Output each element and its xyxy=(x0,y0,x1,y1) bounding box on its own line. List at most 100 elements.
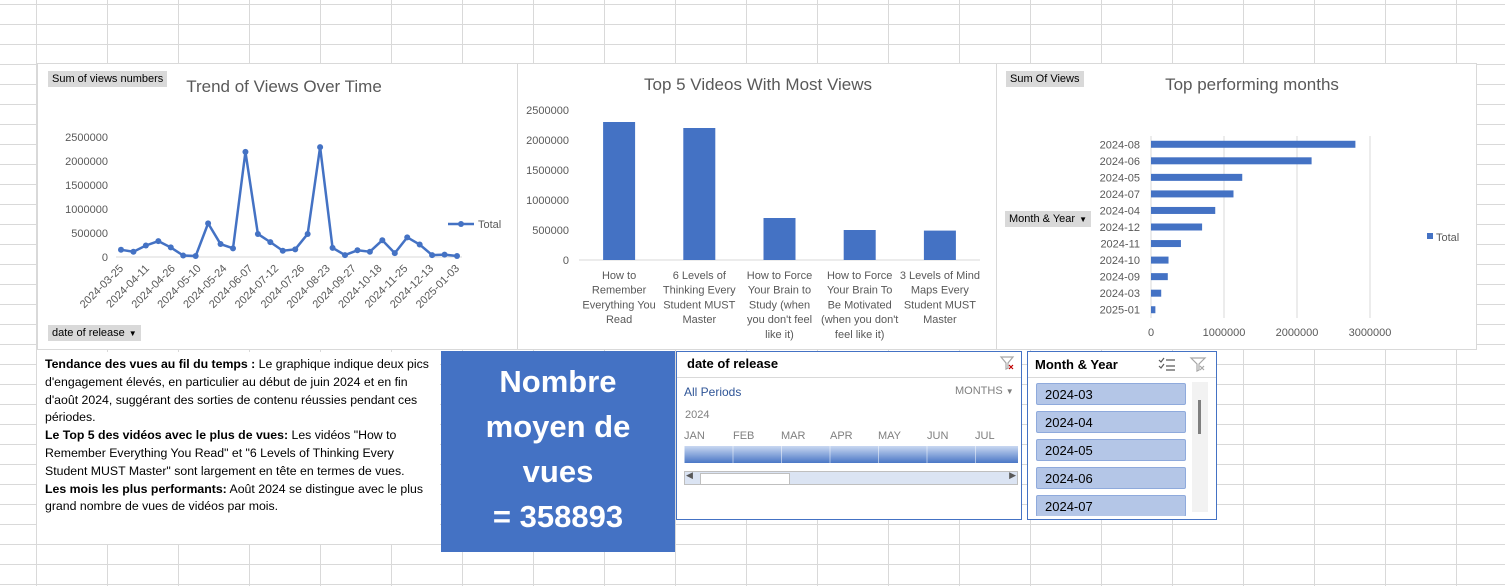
time-level-label: MONTHS xyxy=(955,385,1003,397)
top5-chart-plot: 0 500000 1000000 1500000 2000000 2500000 How t… xyxy=(526,105,980,341)
data-point xyxy=(142,242,149,249)
axis-field-button-date[interactable]: date of release ▼ xyxy=(48,325,141,341)
month-label: APR xyxy=(830,430,853,442)
y-tick-label: 2024-07 xyxy=(1100,189,1140,201)
data-point xyxy=(429,252,436,259)
axis-field-label: date of release xyxy=(52,327,125,339)
bar xyxy=(1151,306,1156,314)
slicer-title: Month & Year xyxy=(1035,357,1118,372)
scrollbar-thumb[interactable] xyxy=(1198,400,1201,434)
bar xyxy=(1151,206,1216,214)
month-label: FEB xyxy=(733,430,755,442)
x-tick-label: feel like it) xyxy=(835,329,885,341)
note-heading: Tendance des vues au fil du temps : xyxy=(45,357,256,371)
data-point xyxy=(192,253,199,260)
bar xyxy=(1151,140,1356,148)
avg-line-3: vues xyxy=(522,454,594,489)
month-label: JUN xyxy=(927,430,949,442)
x-tick-label: you don't feel xyxy=(747,314,812,326)
x-tick-label: Thinking Every xyxy=(663,285,736,297)
scrollbar-thumb[interactable] xyxy=(700,473,790,485)
timeline-bar[interactable] xyxy=(684,446,1018,463)
y-tick-label: 500000 xyxy=(71,228,108,240)
x-tick-label: like it) xyxy=(765,329,794,341)
x-tick-label: Maps Every xyxy=(911,285,970,297)
bar xyxy=(1151,223,1203,231)
data-point xyxy=(242,148,249,155)
bar xyxy=(923,230,956,260)
y-tick-label: 0 xyxy=(102,252,108,264)
legend-label: Total xyxy=(1436,232,1459,244)
data-point xyxy=(304,230,311,237)
y-tick-label: 2024-08 xyxy=(1100,139,1140,151)
x-tick-label: 2000000 xyxy=(1276,327,1319,339)
legend-label: Total xyxy=(478,219,501,231)
data-point xyxy=(254,230,261,237)
bar xyxy=(1151,173,1243,181)
scroll-right-icon[interactable]: ▶ xyxy=(1009,470,1016,481)
x-tick-label: How to xyxy=(602,270,636,282)
slicer-items: 2024-03 2024-04 2024-05 2024-06 2024-07 xyxy=(1028,378,1198,516)
bar xyxy=(1151,273,1168,281)
y-tick-label: 2024-10 xyxy=(1100,255,1140,267)
x-tick-label: Study (when xyxy=(749,299,810,311)
month-year-slicer[interactable]: Month & Year 2024-03 2024-04 2024-05 202… xyxy=(1027,351,1217,520)
slicer-item-2024-07[interactable]: 2024-07 xyxy=(1036,495,1186,516)
data-point xyxy=(391,250,398,257)
x-tick-label: Remember xyxy=(592,285,647,297)
months-chart-panel[interactable]: Sum Of Views Top performing months Month… xyxy=(996,63,1477,350)
x-tick-label: How to Force xyxy=(747,270,812,282)
x-tick-label: Be Motivated xyxy=(828,299,892,311)
clear-filter-icon[interactable] xyxy=(999,355,1015,371)
time-level-dropdown[interactable]: MONTHS ▼ xyxy=(955,385,1014,397)
slicer-item-2024-04[interactable]: 2024-04 xyxy=(1036,411,1186,433)
bar xyxy=(1151,157,1312,165)
y-tick-label: 1500000 xyxy=(65,180,108,192)
y-tick-label: 1000000 xyxy=(526,195,569,207)
slicer-scrollbar[interactable] xyxy=(1192,382,1208,512)
months-chart-title: Top performing months xyxy=(1165,75,1339,94)
y-tick-label: 2024-05 xyxy=(1100,172,1140,184)
data-point xyxy=(279,247,286,254)
x-tick-label: 3000000 xyxy=(1349,327,1392,339)
top5-chart-panel[interactable]: Top 5 Videos With Most Views 0 500000 1000… xyxy=(517,63,997,350)
note-months: Les mois les plus performants: Août 2024… xyxy=(45,481,432,517)
values-field-button-months[interactable]: Sum Of Views xyxy=(1006,71,1084,87)
slicer-item-2024-03[interactable]: 2024-03 xyxy=(1036,383,1186,405)
data-point xyxy=(441,251,448,258)
trend-chart-plot: 050000010000001500000200000025000002024-… xyxy=(65,132,501,311)
x-tick-label: 6 Levels of xyxy=(673,270,727,282)
y-tick-label: 2500000 xyxy=(65,132,108,144)
avg-line-1: Nombre xyxy=(499,364,617,399)
data-point xyxy=(404,234,411,241)
bar xyxy=(603,122,636,260)
data-point xyxy=(416,241,423,248)
timeline-scrollbar[interactable]: ◀ ▶ xyxy=(684,470,1018,485)
month-label: MAY xyxy=(878,430,902,442)
bar xyxy=(1151,240,1181,248)
bar xyxy=(1151,190,1234,198)
clear-filter-icon[interactable] xyxy=(1189,356,1207,372)
x-tick-label: Student MUST xyxy=(663,299,735,311)
values-field-button[interactable]: Sum of views numbers xyxy=(48,71,168,87)
y-tick-label: 2024-03 xyxy=(1100,288,1140,300)
timeline-slicer[interactable]: date of release All Periods MONTHS ▼ 202… xyxy=(676,351,1022,520)
all-periods-label: All Periods xyxy=(684,385,742,399)
scroll-left-icon[interactable]: ◀ xyxy=(686,470,693,481)
trend-chart-panel[interactable]: Sum of views numbers Trend of Views Over… xyxy=(37,63,518,350)
slicer-item-2024-06[interactable]: 2024-06 xyxy=(1036,467,1186,489)
multi-select-icon[interactable] xyxy=(1158,356,1176,372)
data-point xyxy=(118,246,124,253)
x-tick-label: Your Brain to xyxy=(748,285,811,297)
data-point xyxy=(155,238,162,245)
slicer-item-2024-05[interactable]: 2024-05 xyxy=(1036,439,1186,461)
y-tick-label: 2024-11 xyxy=(1100,239,1140,251)
x-tick-label: Master xyxy=(682,314,716,326)
data-point xyxy=(366,248,373,255)
y-tick-label: 2000000 xyxy=(526,135,569,147)
y-tick-label: 2500000 xyxy=(526,105,569,117)
data-point xyxy=(292,246,299,253)
y-tick-label: 2024-12 xyxy=(1100,222,1140,234)
data-point xyxy=(230,245,236,252)
trend-chart-title: Trend of Views Over Time xyxy=(186,77,382,96)
